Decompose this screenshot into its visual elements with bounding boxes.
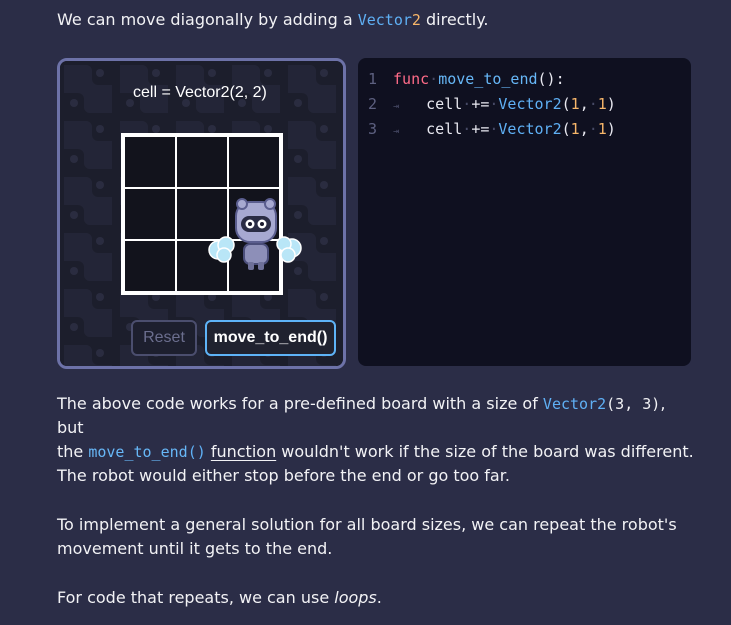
grid-cell (124, 240, 176, 292)
line-number: 3 (368, 120, 378, 138)
code-line: 1 func·move_to_end(): (368, 70, 565, 88)
text: movement until it gets to the end. (57, 539, 333, 558)
intro-text: We can move diagonally by adding a Vecto… (57, 8, 488, 32)
paragraph-loops: For code that repeats, we can use loops. (57, 586, 382, 610)
intro-before: We can move diagonally by adding a (57, 10, 358, 29)
code-variable: cell (426, 120, 463, 138)
text: . (376, 588, 382, 607)
code-line: 2 ⇥ cell·+=·Vector2(1,·1) (368, 95, 616, 113)
code-line: 3 ⇥ cell·+=·Vector2(1,·1) (368, 120, 616, 138)
run-move-to-end-button[interactable]: move_to_end() (205, 320, 336, 356)
text: the (57, 442, 89, 461)
inline-code-parens: () (187, 443, 206, 461)
grid-cell (176, 136, 228, 188)
reset-button[interactable]: Reset (131, 320, 197, 356)
code-number: 1 (597, 95, 607, 113)
inline-code-args: (3, 3) (606, 395, 661, 413)
function-glossary-link[interactable]: function (211, 442, 276, 461)
code-type: Vector2 (498, 120, 562, 138)
code-number: 1 (570, 120, 580, 138)
tab-marker-icon: ⇥ (393, 101, 400, 112)
inline-code-fn-name: move_to_end (88, 443, 188, 461)
game-preview: cell = Vector2(2, 2) Reset move_to_end() (57, 58, 346, 369)
tab-marker-icon: ⇥ (393, 126, 400, 137)
intro-code-type: Vector (357, 11, 412, 29)
code-number: 1 (570, 95, 580, 113)
code-type: Vector2 (498, 95, 562, 113)
code-punctuation: (): (537, 70, 565, 88)
grid-cell (124, 188, 176, 240)
emphasis-loops: loops (334, 588, 377, 607)
text: The above code works for a pre-defined b… (57, 394, 543, 413)
text: For code that repeats, we can use (57, 588, 335, 607)
paragraph-general-solution: To implement a general solution for all … (57, 513, 697, 561)
intro-code: Vector2 (358, 11, 421, 29)
inline-code-function: move_to_end() (88, 443, 205, 461)
intro-code-num: 2 (411, 11, 421, 29)
paragraph-robot-stop: The robot would either stop before the e… (57, 466, 510, 485)
code-keyword: func (393, 70, 430, 88)
text: To implement a general solution for all … (57, 515, 677, 534)
code-operator: += (471, 120, 490, 138)
code-function-name: move_to_end (438, 70, 538, 88)
line-number: 2 (368, 95, 378, 113)
paragraph-board-size: The above code works for a pre-defined b… (57, 392, 697, 464)
code-variable: cell (426, 95, 463, 113)
robot-icon (208, 198, 302, 270)
inline-code-type: Vector2 (542, 395, 607, 413)
cell-position-label: cell = Vector2(2, 2) (133, 84, 267, 101)
grid-cell (124, 136, 176, 188)
line-number: 1 (368, 70, 378, 88)
text: wouldn't work if the size of the board w… (276, 442, 694, 461)
code-editor[interactable]: 1 func·move_to_end(): 2 ⇥ cell·+=·Vector… (358, 58, 691, 366)
inline-code-vector: Vector2(3, 3) (543, 395, 660, 413)
code-operator: += (471, 95, 490, 113)
grid-cell (228, 136, 280, 188)
intro-after: directly. (420, 10, 489, 29)
code-number: 1 (597, 120, 607, 138)
